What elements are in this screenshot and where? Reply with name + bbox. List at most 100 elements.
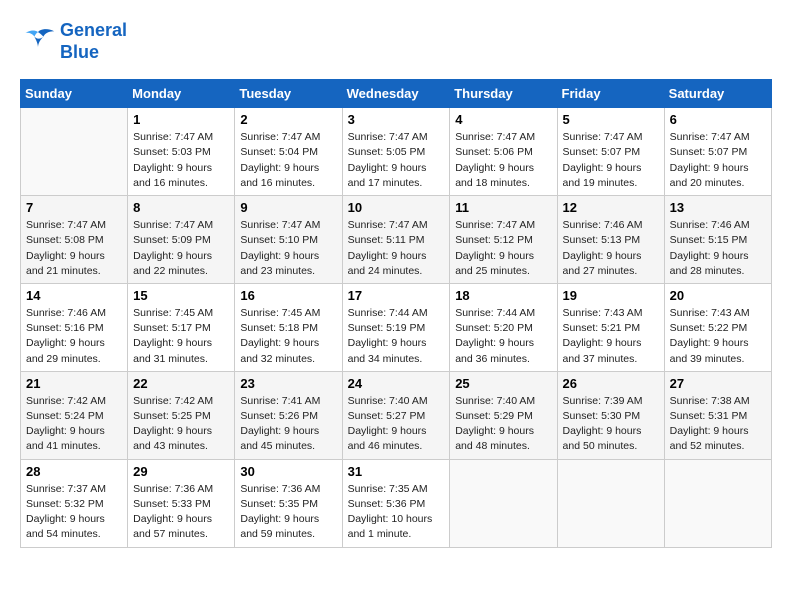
day-cell: 19 Sunrise: 7:43 AM Sunset: 5:21 PM Dayli… [557,283,664,371]
day-cell [557,459,664,547]
day-number: 9 [240,200,336,215]
day-cell: 26 Sunrise: 7:39 AM Sunset: 5:30 PM Dayli… [557,371,664,459]
day-number: 23 [240,376,336,391]
day-number: 17 [348,288,445,303]
day-cell [664,459,771,547]
day-info: Sunrise: 7:44 AM Sunset: 5:20 PM Dayligh… [455,306,551,367]
day-info: Sunrise: 7:47 AM Sunset: 5:07 PM Dayligh… [563,130,659,191]
day-number: 18 [455,288,551,303]
day-number: 28 [26,464,122,479]
day-cell [21,108,128,196]
day-number: 21 [26,376,122,391]
logo-text: General Blue [60,20,127,63]
day-number: 25 [455,376,551,391]
day-cell: 3 Sunrise: 7:47 AM Sunset: 5:05 PM Daylig… [342,108,450,196]
day-info: Sunrise: 7:43 AM Sunset: 5:22 PM Dayligh… [670,306,766,367]
day-number: 10 [348,200,445,215]
day-info: Sunrise: 7:46 AM Sunset: 5:15 PM Dayligh… [670,218,766,279]
day-number: 2 [240,112,336,127]
day-cell: 15Sunrise: 7:45 AM Sunset: 5:17 PM Dayli… [128,283,235,371]
day-cell: 4 Sunrise: 7:47 AM Sunset: 5:06 PM Daylig… [450,108,557,196]
day-cell: 12 Sunrise: 7:46 AM Sunset: 5:13 PM Dayli… [557,196,664,284]
day-cell: 27Sunrise: 7:38 AM Sunset: 5:31 PM Dayli… [664,371,771,459]
day-number: 1 [133,112,229,127]
day-cell: 10 Sunrise: 7:47 AM Sunset: 5:11 PM Dayli… [342,196,450,284]
week-row-5: 28 Sunrise: 7:37 AM Sunset: 5:32 PM Dayli… [21,459,772,547]
day-number: 29 [133,464,229,479]
day-number: 14 [26,288,122,303]
header-row: SundayMondayTuesdayWednesdayThursdayFrid… [21,80,772,108]
col-header-wednesday: Wednesday [342,80,450,108]
day-number: 11 [455,200,551,215]
day-number: 12 [563,200,659,215]
day-number: 5 [563,112,659,127]
page-header: General Blue [20,20,772,63]
day-info: Sunrise: 7:47 AM Sunset: 5:08 PM Dayligh… [26,218,122,279]
logo-icon [20,27,56,57]
col-header-friday: Friday [557,80,664,108]
day-number: 6 [670,112,766,127]
day-cell: 14 Sunrise: 7:46 AM Sunset: 5:16 PM Dayli… [21,283,128,371]
day-number: 16 [240,288,336,303]
day-number: 24 [348,376,445,391]
day-cell: 1Sunrise: 7:47 AM Sunset: 5:03 PM Daylig… [128,108,235,196]
day-info: Sunrise: 7:36 AM Sunset: 5:35 PM Dayligh… [240,482,336,543]
day-info: Sunrise: 7:43 AM Sunset: 5:21 PM Dayligh… [563,306,659,367]
day-info: Sunrise: 7:47 AM Sunset: 5:10 PM Dayligh… [240,218,336,279]
day-number: 31 [348,464,445,479]
day-info: Sunrise: 7:46 AM Sunset: 5:13 PM Dayligh… [563,218,659,279]
day-cell: 2 Sunrise: 7:47 AM Sunset: 5:04 PM Daylig… [235,108,342,196]
day-number: 3 [348,112,445,127]
day-cell: 21 Sunrise: 7:42 AM Sunset: 5:24 PM Dayli… [21,371,128,459]
week-row-4: 21 Sunrise: 7:42 AM Sunset: 5:24 PM Dayli… [21,371,772,459]
day-info: Sunrise: 7:37 AM Sunset: 5:32 PM Dayligh… [26,482,122,543]
day-info: Sunrise: 7:40 AM Sunset: 5:29 PM Dayligh… [455,394,551,455]
day-number: 13 [670,200,766,215]
day-number: 20 [670,288,766,303]
day-number: 19 [563,288,659,303]
day-cell: 11Sunrise: 7:47 AM Sunset: 5:12 PM Dayli… [450,196,557,284]
day-info: Sunrise: 7:42 AM Sunset: 5:25 PM Dayligh… [133,394,229,455]
day-info: Sunrise: 7:47 AM Sunset: 5:11 PM Dayligh… [348,218,445,279]
day-info: Sunrise: 7:39 AM Sunset: 5:30 PM Dayligh… [563,394,659,455]
day-number: 8 [133,200,229,215]
day-cell: 23 Sunrise: 7:41 AM Sunset: 5:26 PM Dayli… [235,371,342,459]
day-cell: 6 Sunrise: 7:47 AM Sunset: 5:07 PM Daylig… [664,108,771,196]
day-cell: 25 Sunrise: 7:40 AM Sunset: 5:29 PM Dayli… [450,371,557,459]
col-header-sunday: Sunday [21,80,128,108]
day-cell: 16Sunrise: 7:45 AM Sunset: 5:18 PM Dayli… [235,283,342,371]
day-info: Sunrise: 7:47 AM Sunset: 5:06 PM Dayligh… [455,130,551,191]
day-info: Sunrise: 7:47 AM Sunset: 5:05 PM Dayligh… [348,130,445,191]
day-number: 7 [26,200,122,215]
day-number: 27 [670,376,766,391]
day-cell: 20 Sunrise: 7:43 AM Sunset: 5:22 PM Dayli… [664,283,771,371]
day-cell: 29 Sunrise: 7:36 AM Sunset: 5:33 PM Dayli… [128,459,235,547]
day-cell: 5 Sunrise: 7:47 AM Sunset: 5:07 PM Daylig… [557,108,664,196]
col-header-thursday: Thursday [450,80,557,108]
day-number: 26 [563,376,659,391]
day-info: Sunrise: 7:47 AM Sunset: 5:09 PM Dayligh… [133,218,229,279]
day-cell [450,459,557,547]
day-cell: 31 Sunrise: 7:35 AM Sunset: 5:36 PM Dayli… [342,459,450,547]
day-cell: 24Sunrise: 7:40 AM Sunset: 5:27 PM Dayli… [342,371,450,459]
day-info: Sunrise: 7:44 AM Sunset: 5:19 PM Dayligh… [348,306,445,367]
day-number: 22 [133,376,229,391]
day-info: Sunrise: 7:46 AM Sunset: 5:16 PM Dayligh… [26,306,122,367]
day-info: Sunrise: 7:36 AM Sunset: 5:33 PM Dayligh… [133,482,229,543]
col-header-tuesday: Tuesday [235,80,342,108]
day-info: Sunrise: 7:47 AM Sunset: 5:04 PM Dayligh… [240,130,336,191]
day-info: Sunrise: 7:42 AM Sunset: 5:24 PM Dayligh… [26,394,122,455]
day-cell: 18 Sunrise: 7:44 AM Sunset: 5:20 PM Dayli… [450,283,557,371]
week-row-3: 14 Sunrise: 7:46 AM Sunset: 5:16 PM Dayli… [21,283,772,371]
day-cell: 22 Sunrise: 7:42 AM Sunset: 5:25 PM Dayli… [128,371,235,459]
week-row-1: 1Sunrise: 7:47 AM Sunset: 5:03 PM Daylig… [21,108,772,196]
day-cell: 9 Sunrise: 7:47 AM Sunset: 5:10 PM Daylig… [235,196,342,284]
day-info: Sunrise: 7:35 AM Sunset: 5:36 PM Dayligh… [348,482,445,543]
day-cell: 30Sunrise: 7:36 AM Sunset: 5:35 PM Dayli… [235,459,342,547]
day-cell: 17 Sunrise: 7:44 AM Sunset: 5:19 PM Dayli… [342,283,450,371]
day-info: Sunrise: 7:45 AM Sunset: 5:17 PM Dayligh… [133,306,229,367]
day-number: 4 [455,112,551,127]
day-info: Sunrise: 7:41 AM Sunset: 5:26 PM Dayligh… [240,394,336,455]
day-cell: 13 Sunrise: 7:46 AM Sunset: 5:15 PM Dayli… [664,196,771,284]
day-info: Sunrise: 7:47 AM Sunset: 5:07 PM Dayligh… [670,130,766,191]
